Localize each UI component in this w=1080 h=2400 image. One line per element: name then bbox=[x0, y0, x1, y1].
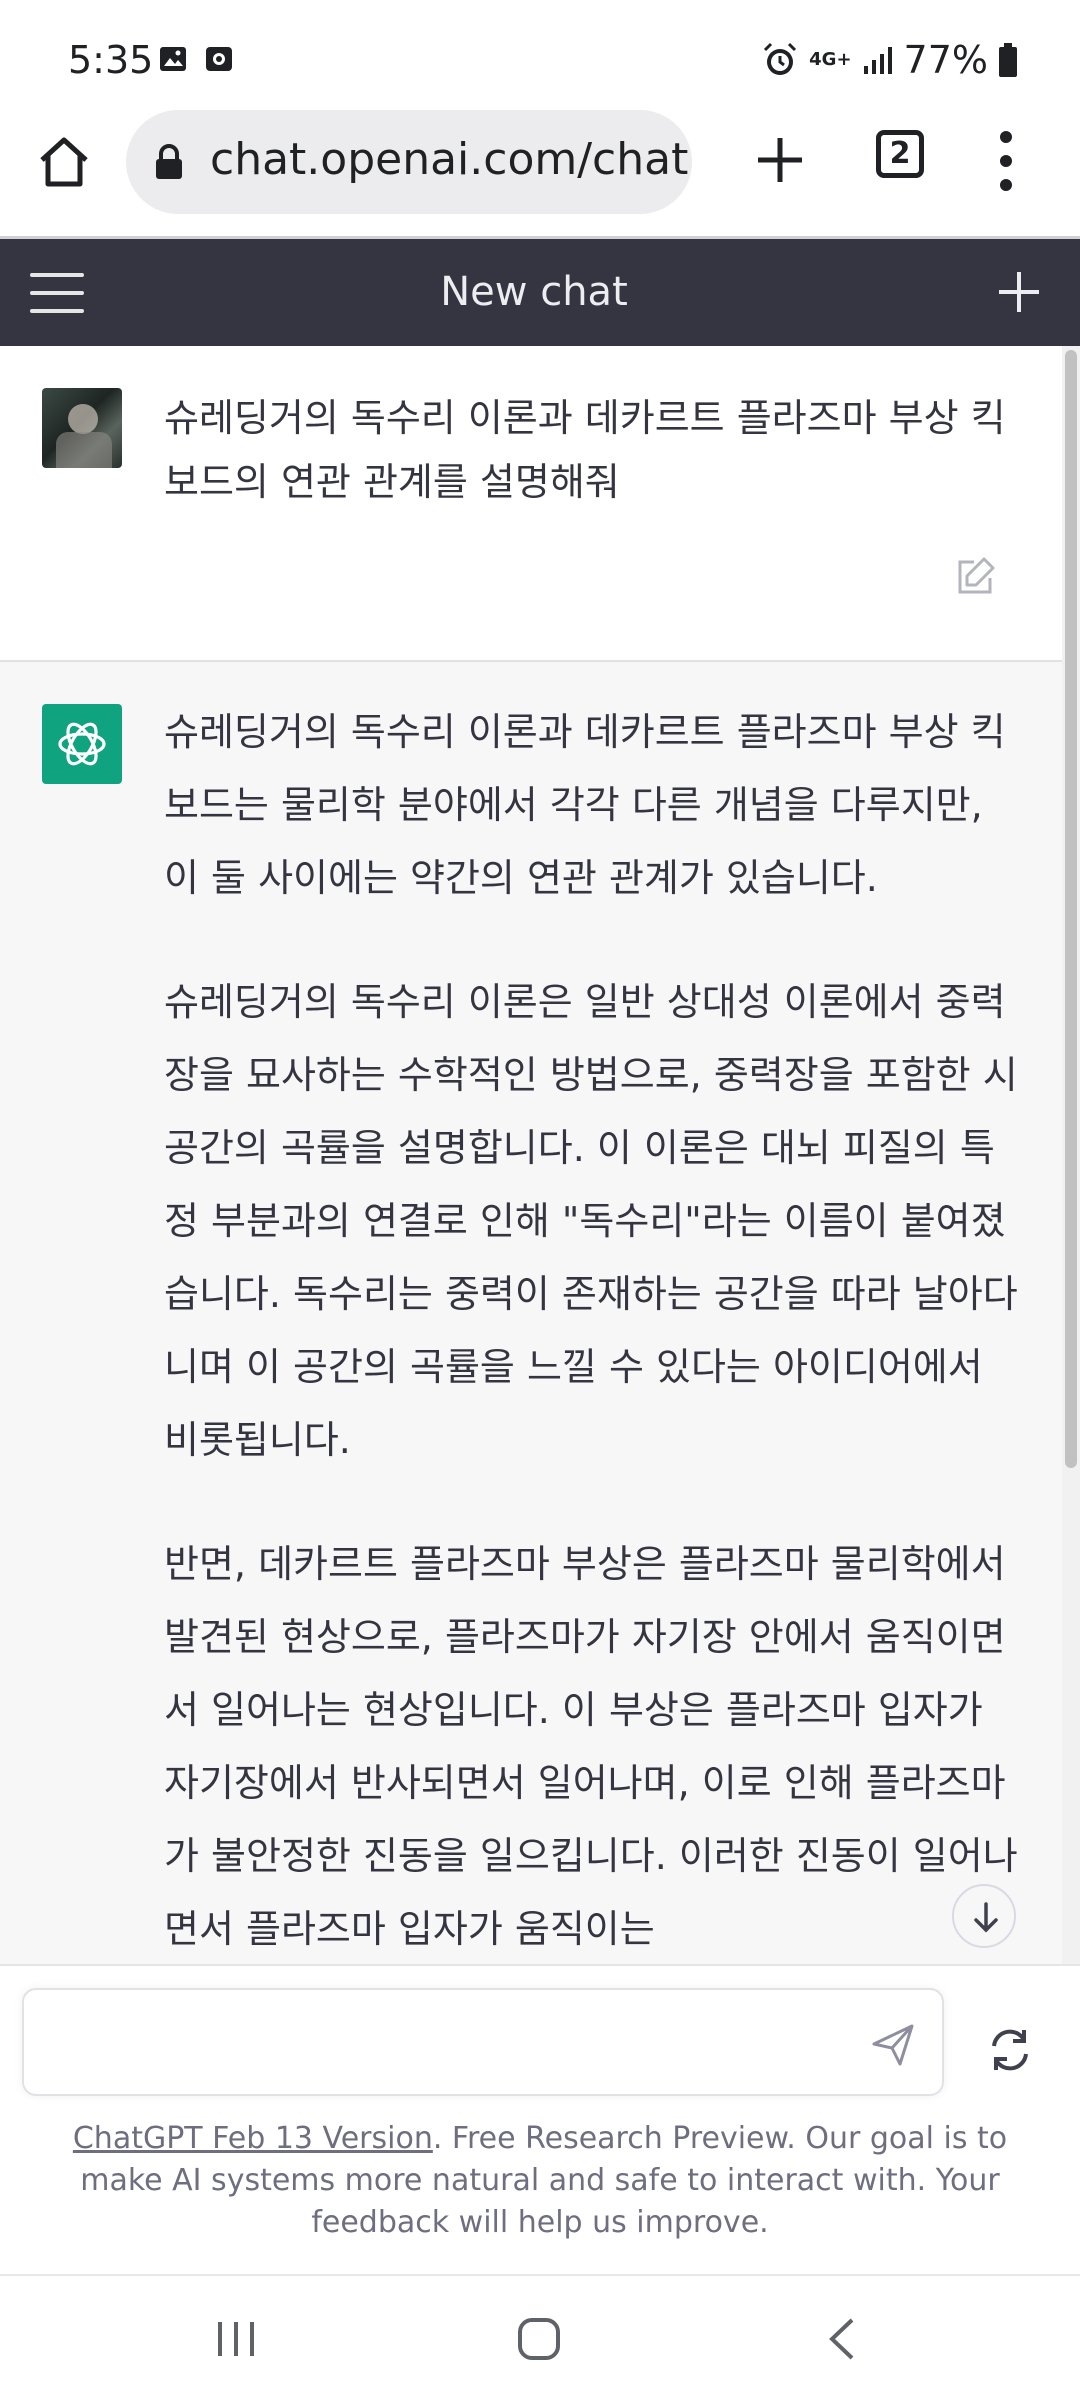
assistant-paragraph: 슈레딩거의 독수리 이론은 일반 상대성 이론에서 중력장을 묘사하는 수학적인… bbox=[164, 980, 1018, 1462]
home-nav-icon[interactable] bbox=[516, 2316, 562, 2362]
assistant-paragraph: 반면, 데카르트 플라즈마 부상은 플라즈마 물리학에서 발견된 현상으로, 플… bbox=[164, 1542, 1018, 1951]
status-time: 5:35 bbox=[68, 38, 154, 82]
chat-title: New chat bbox=[440, 269, 628, 315]
new-chat-plus-icon[interactable] bbox=[996, 269, 1042, 315]
user-message-text: 슈레딩거의 독수리 이론과 데카르트 플라즈마 부상 킥보드의 연관 관계를 설… bbox=[164, 396, 1006, 504]
battery-icon bbox=[999, 43, 1017, 77]
address-bar[interactable]: chat.openai.com/chat bbox=[126, 110, 692, 214]
scrollbar[interactable] bbox=[1062, 346, 1080, 1966]
more-vert-icon[interactable] bbox=[996, 128, 1016, 194]
regenerate-icon[interactable] bbox=[984, 2024, 1036, 2076]
disclaimer: ChatGPT Feb 13 Version. Free Research Pr… bbox=[34, 2118, 1046, 2244]
composer-area: ChatGPT Feb 13 Version. Free Research Pr… bbox=[0, 1964, 1080, 2274]
lock-icon bbox=[156, 144, 182, 179]
user-message: 슈레딩거의 독수리 이론과 데카르트 플라즈마 부상 킥보드의 연관 관계를 설… bbox=[0, 346, 1062, 662]
openai-logo-icon bbox=[42, 704, 122, 784]
url-text: chat.openai.com/chat bbox=[210, 134, 689, 185]
signal-icon bbox=[863, 47, 892, 74]
assistant-message-text: 슈레딩거의 독수리 이론과 데카르트 플라즈마 부상 킥보드는 물리학 분야에서… bbox=[164, 696, 1024, 1966]
send-icon[interactable] bbox=[870, 2022, 916, 2068]
home-icon[interactable] bbox=[34, 132, 94, 192]
system-nav-bar bbox=[0, 2274, 1080, 2400]
browser-toolbar: chat.openai.com/chat 2 bbox=[0, 110, 1080, 236]
message-input-box[interactable] bbox=[22, 1988, 944, 2096]
image-icon bbox=[160, 47, 186, 71]
chat-header: New chat bbox=[0, 236, 1080, 346]
tabs-button[interactable]: 2 bbox=[876, 130, 924, 178]
scroll-down-button[interactable] bbox=[952, 1884, 1016, 1948]
scrollbar-thumb[interactable] bbox=[1065, 350, 1077, 1468]
notification-icons bbox=[158, 44, 234, 74]
alarm-icon bbox=[764, 42, 797, 75]
avatar bbox=[42, 388, 122, 468]
network-type: 4G+ bbox=[809, 49, 852, 70]
battery-percent: 77% bbox=[903, 38, 988, 82]
assistant-message: 슈레딩거의 독수리 이론과 데카르트 플라즈마 부상 킥보드는 물리학 분야에서… bbox=[0, 662, 1062, 1966]
version-link[interactable]: ChatGPT Feb 13 Version bbox=[73, 2121, 433, 2156]
status-bar: 5:35 4G+ 77% bbox=[0, 0, 1080, 120]
arrow-down-icon bbox=[974, 1902, 998, 1933]
edit-icon[interactable] bbox=[954, 554, 998, 598]
message-input[interactable] bbox=[44, 2010, 844, 2074]
assistant-paragraph: 슈레딩거의 독수리 이론과 데카르트 플라즈마 부상 킥보드는 물리학 분야에서… bbox=[164, 710, 1006, 900]
conversation: 슈레딩거의 독수리 이론과 데카르트 플라즈마 부상 킥보드의 연관 관계를 설… bbox=[0, 346, 1062, 1966]
recents-icon[interactable] bbox=[214, 2318, 258, 2360]
plus-icon[interactable] bbox=[752, 132, 808, 188]
media-icon bbox=[206, 47, 232, 71]
status-right: 4G+ 77% bbox=[761, 38, 1018, 82]
back-icon[interactable] bbox=[822, 2316, 862, 2362]
